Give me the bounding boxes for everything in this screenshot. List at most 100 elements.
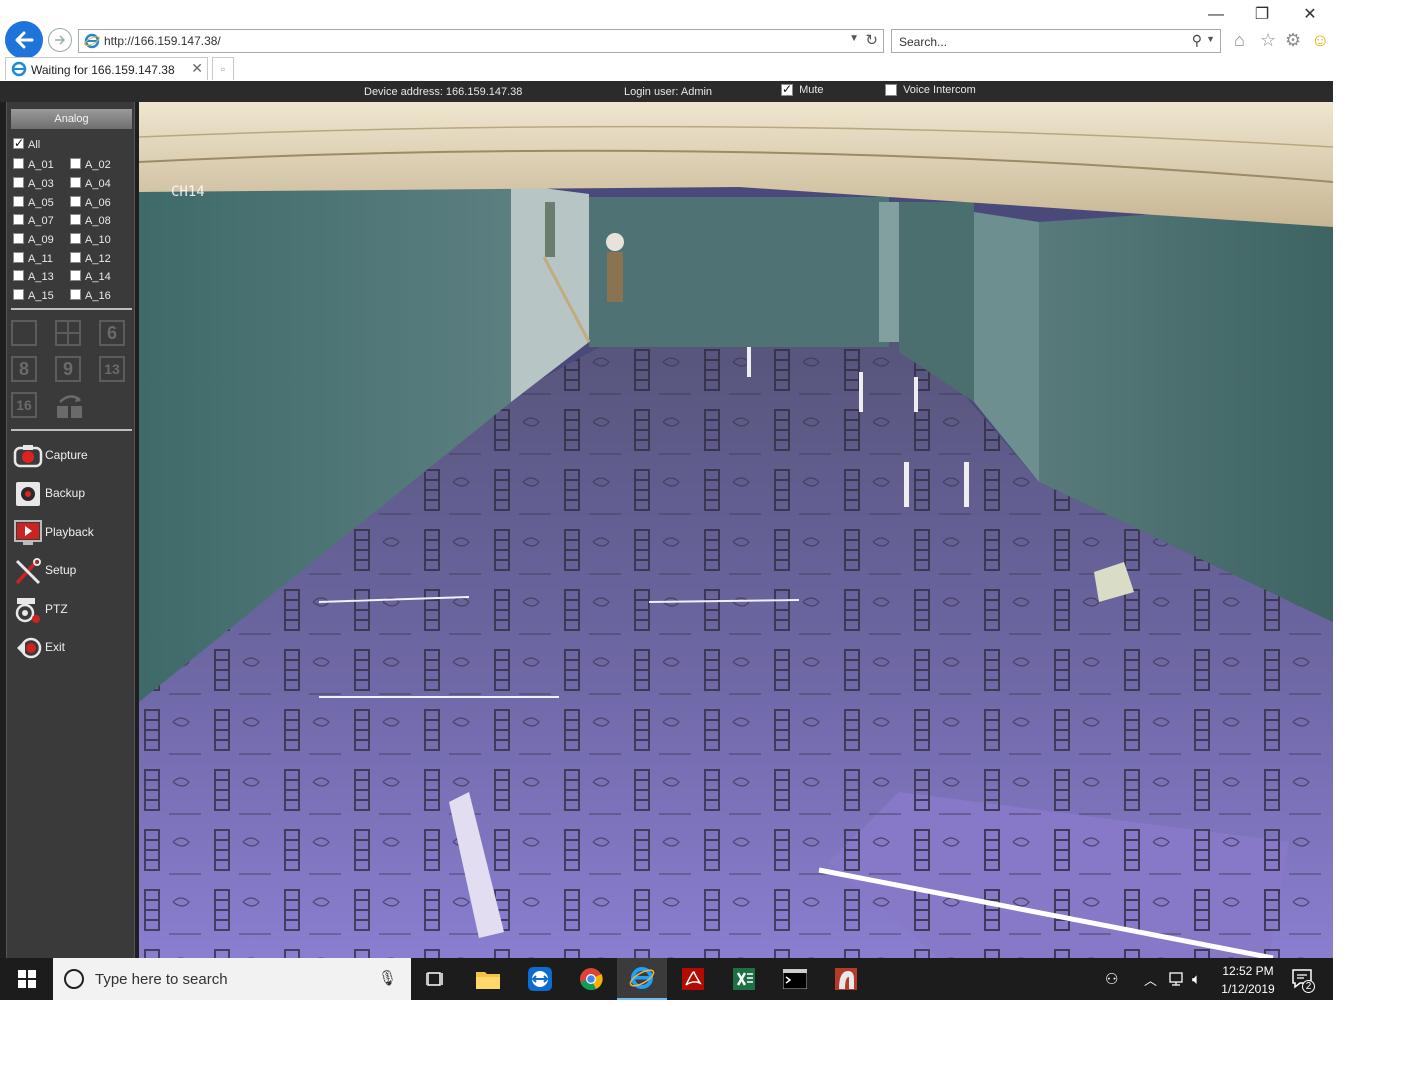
close-tab-icon[interactable]: ✕ [191, 60, 203, 77]
channel-a16[interactable]: A_16 [70, 289, 111, 303]
system-clock[interactable]: 12:52 PM 1/12/2019 [1212, 962, 1284, 998]
layout-6-button[interactable]: 6 [99, 320, 125, 346]
refresh-icon[interactable]: ↻ [865, 31, 878, 49]
backup-disk-icon [16, 482, 40, 506]
channel-a11[interactable]: A_11 [13, 252, 53, 266]
ptz-label: PTZ [45, 602, 68, 616]
clock-time: 12:52 PM [1222, 964, 1274, 978]
mute-checkbox-wrap[interactable]: Mute [781, 82, 824, 97]
back-arrow-icon [15, 31, 34, 49]
clock-date: 1/12/2019 [1221, 982, 1275, 996]
setup-tools-icon [15, 558, 41, 585]
excel-app[interactable] [719, 958, 769, 1000]
address-bar[interactable]: http://166.159.147.38/ ▼ ↻ [78, 29, 884, 53]
voice-intercom-wrap[interactable]: Voice Intercom [885, 84, 976, 97]
channel-a01[interactable]: A_01 [13, 158, 54, 172]
channel-all[interactable]: All [13, 136, 41, 152]
channel-a08[interactable]: A_08 [70, 214, 111, 228]
ie-icon [84, 33, 100, 49]
channel-a07[interactable]: A_07 [13, 214, 54, 228]
panel-divider-2 [11, 429, 132, 431]
all-label: All [28, 139, 41, 151]
back-button[interactable] [5, 21, 43, 59]
camera-live-view[interactable]: CH14 [139, 102, 1333, 958]
layout-9-button[interactable]: 9 [55, 356, 81, 382]
chrome-icon [580, 968, 603, 991]
layout-1-button[interactable] [11, 320, 37, 346]
ie-tab-icon [11, 61, 27, 77]
tab-title: Waiting for 166.159.147.38 [31, 63, 175, 77]
close-window-button[interactable]: ✕ [1295, 4, 1325, 26]
action-center-button[interactable]: 2 [1292, 958, 1315, 1000]
layout-16-button[interactable]: 16 [11, 392, 37, 418]
channel-a04[interactable]: A_04 [70, 177, 111, 191]
people-icon[interactable]: ⚇ [1105, 958, 1118, 1000]
internet-explorer-app[interactable] [617, 958, 667, 1000]
voice-intercom-checkbox[interactable] [885, 84, 897, 97]
restore-button[interactable]: ❐ [1247, 4, 1277, 26]
channel-a02[interactable]: A_02 [70, 158, 111, 172]
channel-a12[interactable]: A_12 [70, 252, 111, 266]
chrome-app[interactable] [566, 958, 616, 1000]
channel-a13[interactable]: A_13 [13, 270, 54, 284]
start-button[interactable] [0, 958, 53, 1000]
favorites-star-icon[interactable]: ☆ [1260, 30, 1276, 51]
forward-arrow-icon [55, 35, 66, 45]
panel-divider [11, 308, 132, 310]
command-prompt-app[interactable] [770, 958, 820, 1000]
address-dropdown-icon[interactable]: ▼ [849, 33, 859, 44]
settings-gear-icon[interactable]: ⚙ [1285, 30, 1301, 51]
layout-13-button[interactable]: 13 [99, 356, 125, 382]
feedback-smiley-icon[interactable]: ☺ [1311, 30, 1329, 51]
windows-logo-icon [17, 970, 36, 988]
remote-desktop-icon [835, 968, 857, 990]
exit-power-icon [17, 637, 42, 659]
capture-label: Capture [45, 448, 88, 462]
browser-tab[interactable]: Waiting for 166.159.147.38 ✕ [5, 57, 208, 80]
teamviewer-app[interactable] [515, 958, 565, 1000]
channel-a03[interactable]: A_03 [13, 177, 54, 191]
channel-a06[interactable]: A_06 [70, 196, 111, 210]
channel-a09[interactable]: A_09 [13, 233, 54, 247]
voice-intercom-label: Voice Intercom [903, 84, 976, 96]
file-explorer-app[interactable] [463, 958, 513, 1000]
layout-cycle-button[interactable] [55, 392, 85, 420]
acrobat-app[interactable] [668, 958, 718, 1000]
channel-a14[interactable]: A_14 [70, 270, 111, 284]
new-tab-button[interactable]: ▫ [212, 57, 234, 80]
network-icon[interactable] [1167, 958, 1185, 1000]
search-icon[interactable]: ⚲ [1192, 32, 1202, 49]
volume-icon[interactable]: 🔈︎ [1192, 958, 1201, 1000]
browser-chrome: — ❐ ✕ http://166.159.147.38/ ▼ ↻ Search.… [0, 0, 1333, 81]
dvr-side-panel: Analog All A_01 A_02 A_03 A_04 A_05 A_06… [0, 102, 139, 958]
mute-checkbox[interactable] [781, 82, 793, 97]
search-dropdown-icon[interactable]: ▼ [1206, 34, 1215, 44]
minimize-button[interactable]: — [1201, 4, 1231, 26]
playback-label: Playback [45, 525, 94, 539]
taskbar-search-box[interactable]: Type here to search 🎙︎ [53, 958, 411, 1000]
url-text: http://166.159.147.38/ [104, 34, 221, 48]
terminal-icon [783, 969, 807, 989]
layout-8-button[interactable]: 8 [11, 356, 37, 382]
channel-a10[interactable]: A_10 [70, 233, 111, 247]
network-monitor-icon [1169, 972, 1183, 986]
task-view-button[interactable] [411, 958, 461, 1000]
tray-overflow-chevron-icon[interactable]: ︿ [1144, 958, 1157, 1000]
ptz-camera-icon [15, 598, 40, 623]
microphone-icon[interactable]: 🎙︎ [378, 969, 397, 987]
home-icon[interactable]: ⌂ [1234, 30, 1245, 51]
analog-header[interactable]: Analog [11, 109, 132, 129]
forward-button[interactable] [48, 28, 72, 52]
all-checkbox[interactable] [13, 136, 24, 150]
cortana-icon [64, 969, 84, 989]
browser-search-input[interactable]: Search... ⚲ ▼ [891, 29, 1221, 53]
remote-app[interactable] [821, 958, 871, 1000]
layout-4-button[interactable] [55, 320, 81, 346]
task-view-icon [426, 972, 443, 986]
teamviewer-icon [528, 967, 552, 991]
channel-a05[interactable]: A_05 [13, 196, 54, 210]
device-address: Device address: 166.159.147.38 [364, 86, 523, 98]
windows-taskbar: Type here to search 🎙︎ ⚇ ︿ 🔈︎ 12:52 PM 1… [0, 958, 1333, 1000]
mute-label: Mute [799, 84, 824, 96]
channel-a15[interactable]: A_15 [13, 289, 54, 303]
